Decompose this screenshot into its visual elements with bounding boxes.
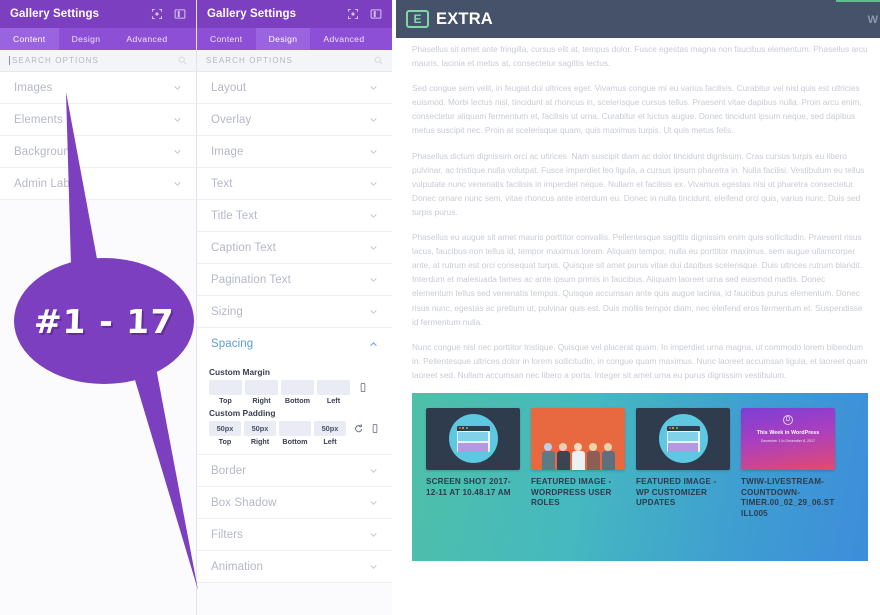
callout-pointer (66, 92, 198, 590)
screenshot-root: Gallery Settings Content Design Advanced (0, 0, 880, 615)
